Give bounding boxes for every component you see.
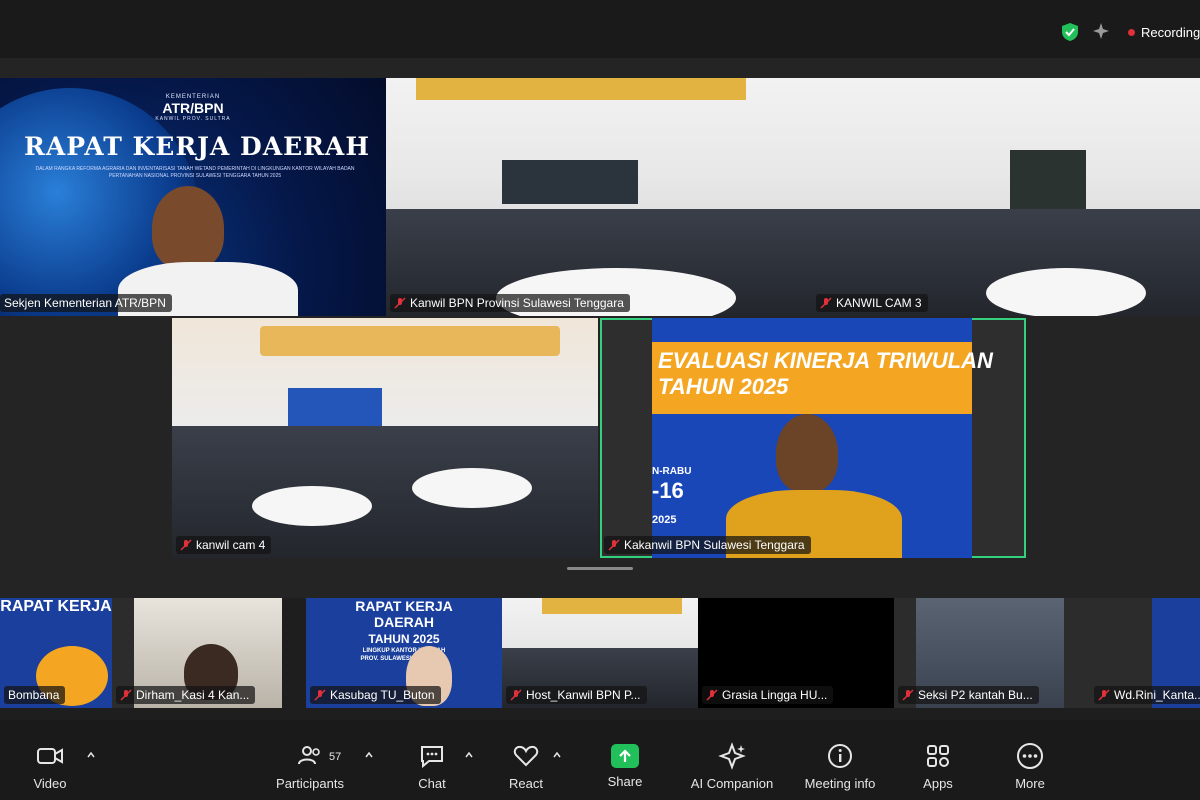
ai-companion-button[interactable]: AI Companion <box>686 742 778 791</box>
video-button[interactable]: Video <box>26 742 74 791</box>
thumbnail-tile[interactable]: Seksi P2 kantah Bu... <box>894 598 1090 708</box>
chevron-up-icon[interactable] <box>552 750 562 760</box>
shield-check-icon[interactable] <box>1060 22 1080 42</box>
ceiling-lights <box>260 326 560 356</box>
ai-companion-sparkle-icon <box>718 742 746 770</box>
thumbnail-tile[interactable]: RAPAT KERJA DAERAH TAHUN 2025 LINGKUP KA… <box>306 598 502 708</box>
participant-label: KANWIL CAM 3 <box>816 294 928 312</box>
video-gallery: KEMENTERIAN ATR/BPN KANWIL PROV. SULTRA … <box>0 58 1200 598</box>
mic-off-icon <box>510 689 522 701</box>
recording-indicator[interactable]: Recording <box>1128 25 1200 40</box>
participant-label: Kanwil BPN Provinsi Sulawesi Tenggara <box>390 294 630 312</box>
meeting-toolbar: Video Participants 57 Chat React Share A… <box>0 720 1200 800</box>
recording-dot-icon <box>1128 29 1135 36</box>
participant-label: Grasia Lingga HU... <box>702 686 834 704</box>
more-dots-icon <box>1017 743 1043 769</box>
wall-painting <box>1010 150 1086 214</box>
chat-bubble-icon <box>421 746 443 769</box>
meeting-info-button[interactable]: Meeting info <box>798 742 882 791</box>
banner-title: RAPAT KERJA DAERAH <box>24 132 370 161</box>
share-button[interactable]: Share <box>605 742 645 789</box>
heart-icon <box>513 745 539 767</box>
participants-count: 57 <box>329 751 342 763</box>
mic-off-icon <box>394 297 406 309</box>
thumbnail-tile[interactable]: Dirham_Kasi 4 Kan... <box>112 598 282 708</box>
info-icon <box>828 744 852 768</box>
participants-icon <box>298 746 320 765</box>
video-tile-kanwil-cam-4[interactable]: kanwil cam 4 <box>172 318 598 558</box>
video-tile-sekjen[interactable]: KEMENTERIAN ATR/BPN KANWIL PROV. SULTRA … <box>0 78 386 316</box>
mic-off-icon <box>314 689 326 701</box>
apps-button[interactable]: Apps <box>918 742 958 791</box>
participant-label: Kakanwil BPN Sulawesi Tenggara <box>604 536 811 554</box>
event-title: EVALUASI KINERJA TRIWULAN TAHUN 2025 <box>658 348 993 399</box>
mic-off-icon <box>820 297 832 309</box>
thumbnail-tile[interactable]: Wd.Rini_Kanta... <box>1090 598 1200 708</box>
atr-bpn-logo: KEMENTERIAN ATR/BPN KANWIL PROV. SULTRA <box>155 94 231 122</box>
thumbnail-tile[interactable]: Grasia Lingga HU... <box>698 598 894 708</box>
mic-off-icon <box>180 539 192 551</box>
chevron-up-icon[interactable] <box>364 750 374 760</box>
mic-off-icon <box>706 689 718 701</box>
participant-label: Bombana <box>4 686 66 704</box>
more-button[interactable]: More <box>1010 742 1050 791</box>
participants-button[interactable]: Participants <box>272 742 348 791</box>
stage-screen <box>502 160 638 204</box>
mic-off-icon <box>1098 689 1110 701</box>
recording-label: Recording <box>1141 25 1200 40</box>
thumbnail-tile[interactable]: RAPAT KERJA Bombana <box>0 598 112 708</box>
top-bar: Recording <box>0 0 1200 58</box>
participant-label: Seksi P2 kantah Bu... <box>898 686 1039 704</box>
speaker-head <box>152 186 224 270</box>
thumbnail-tile[interactable]: Host_Kanwil BPN P... <box>502 598 698 708</box>
participant-label: Dirham_Kasi 4 Kan... <box>116 686 256 704</box>
share-screen-icon <box>611 744 639 768</box>
chevron-up-icon[interactable] <box>464 750 474 760</box>
react-button[interactable]: React <box>506 742 546 791</box>
speaker-head <box>776 414 838 492</box>
participant-label: Host_Kanwil BPN P... <box>506 686 647 704</box>
video-tile-kanwil-hall[interactable]: Kanwil BPN Provinsi Sulawesi Tenggara KA… <box>386 78 1200 316</box>
mic-off-icon <box>902 689 914 701</box>
participant-label: kanwil cam 4 <box>176 536 272 554</box>
banner-subtitle: DALAM RANGKA REFORMA AGRARIA DAN INVENTA… <box>35 166 355 179</box>
apps-icon <box>927 745 949 767</box>
chat-button[interactable]: Chat <box>412 742 452 791</box>
mic-off-icon <box>120 689 132 701</box>
video-tile-kakanwil[interactable]: EVALUASI KINERJA TRIWULAN TAHUN 2025 N-R… <box>600 318 1026 558</box>
thumbnail-strip: RAPAT KERJA Bombana Dirham_Kasi 4 Kan...… <box>0 598 1200 708</box>
ai-sparkle-icon[interactable] <box>1092 22 1110 40</box>
participant-label: Wd.Rini_Kanta... <box>1094 686 1200 704</box>
participant-label: Kasubag TU_Buton <box>310 686 441 704</box>
mic-off-icon <box>608 539 620 551</box>
participant-label: Sekjen Kementerian ATR/BPN <box>0 294 172 312</box>
ceiling-lights <box>416 78 746 100</box>
chevron-up-icon[interactable] <box>86 750 96 760</box>
gallery-resize-handle[interactable] <box>567 567 633 570</box>
video-camera-icon <box>37 748 63 764</box>
